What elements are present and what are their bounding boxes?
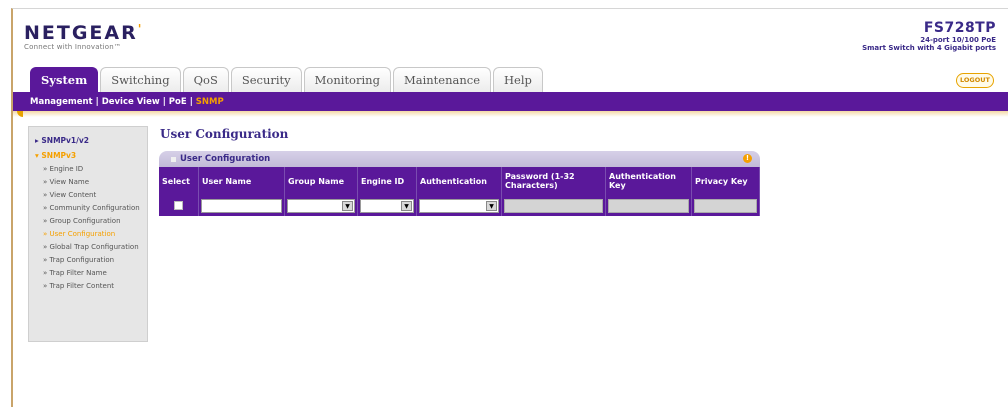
user-name-input[interactable]: [201, 198, 282, 213]
page-title: User Configuration: [160, 127, 289, 141]
model-desc-2: Smart Switch with 4 Gigabit ports: [862, 44, 996, 52]
col-select: Select: [159, 167, 199, 195]
tab-maintenance[interactable]: Maintenance: [392, 67, 491, 92]
cell-password: [502, 195, 606, 216]
cell-group-name: ▼: [285, 195, 358, 216]
select-checkbox[interactable]: [174, 201, 183, 210]
model-name: FS728TP: [923, 20, 996, 36]
tab-security[interactable]: Security: [230, 67, 302, 92]
sidebar-item-global-trap-configuration[interactable]: » Global Trap Configuration: [29, 241, 147, 254]
tab-switching[interactable]: Switching: [100, 67, 181, 92]
cell-privacy-key: [692, 195, 760, 216]
panel-collapse-icon[interactable]: [171, 156, 176, 162]
tab-help[interactable]: Help: [493, 67, 543, 92]
main-tabs: System Switching QoS Security Monitoring…: [30, 67, 543, 92]
sidebar-item-trap-filter-name[interactable]: » Trap Filter Name: [29, 267, 147, 280]
decorative-band: [13, 111, 1008, 117]
chevron-down-icon[interactable]: ▼: [342, 200, 353, 211]
engine-id-select[interactable]: ▼: [360, 198, 414, 213]
cell-select: [159, 195, 199, 216]
cell-auth-key: [606, 195, 692, 216]
logout-button[interactable]: LOGOUT: [956, 73, 994, 88]
sidebar-item-label: Trap Filter Name: [49, 269, 107, 277]
col-privacy-key: Privacy Key: [692, 167, 760, 195]
col-auth-key: Authentication Key: [606, 167, 692, 195]
user-config-panel: User Configuration ! Select User Name Gr…: [159, 151, 760, 219]
tab-system[interactable]: System: [30, 67, 99, 92]
auth-key-input[interactable]: [608, 198, 689, 213]
sidebar-group-snmpv1v2[interactable]: ▸ SNMPv1/v2: [29, 133, 147, 148]
sidebar-item-engine-id[interactable]: » Engine ID: [29, 163, 147, 176]
cell-user-name: [199, 195, 285, 216]
col-group-name: Group Name: [285, 167, 358, 195]
sidebar-group-label: SNMPv1/v2: [41, 136, 89, 145]
chevron-down-icon[interactable]: ▼: [401, 200, 412, 211]
table-row: ▼ ▼ ▼: [159, 195, 760, 216]
sidebar-item-label: Community Configuration: [49, 204, 140, 212]
netgear-logo: NETGEAR': [24, 22, 144, 44]
privacy-key-input[interactable]: [694, 198, 757, 213]
col-password: Password (1-32 Characters): [502, 167, 606, 195]
help-icon[interactable]: !: [743, 154, 752, 163]
subnav-separator: |: [162, 96, 166, 107]
cell-engine-id: ▼: [358, 195, 417, 216]
sidebar-item-community-configuration[interactable]: » Community Configuration: [29, 202, 147, 215]
sidebar-item-label: Group Configuration: [49, 217, 121, 225]
subnav-management[interactable]: Management: [30, 97, 93, 107]
sidebar-item-user-configuration[interactable]: » User Configuration: [29, 228, 147, 241]
subnav-snmp[interactable]: SNMP: [196, 97, 224, 107]
sidebar: ▸ SNMPv1/v2 ▾ SNMPv3 » Engine ID » View …: [28, 126, 148, 342]
password-input[interactable]: [504, 198, 603, 213]
sidebar-item-label: User Configuration: [49, 230, 116, 238]
sidebar-item-label: Global Trap Configuration: [49, 243, 139, 251]
panel-title: User Configuration: [180, 154, 271, 164]
sidebar-item-label: Engine ID: [49, 165, 84, 173]
cell-authentication: ▼: [417, 195, 502, 216]
col-authentication: Authentication: [417, 167, 502, 195]
chevron-down-icon[interactable]: ▼: [486, 200, 497, 211]
sidebar-item-group-configuration[interactable]: » Group Configuration: [29, 215, 147, 228]
user-config-table: Select User Name Group Name Engine ID Au…: [159, 167, 760, 216]
subnav-poe[interactable]: PoE: [169, 97, 187, 107]
table-header-row: Select User Name Group Name Engine ID Au…: [159, 167, 760, 195]
sidebar-group-snmpv3[interactable]: ▾ SNMPv3: [29, 148, 147, 163]
subnav-device-view[interactable]: Device View: [102, 97, 160, 107]
subnav-separator: |: [95, 96, 99, 107]
tagline: Connect with Innovation™: [24, 43, 122, 51]
sidebar-item-label: Trap Filter Content: [49, 282, 114, 290]
sidebar-item-view-name[interactable]: » View Name: [29, 176, 147, 189]
sidebar-group-label: SNMPv3: [41, 151, 77, 160]
subnav-separator: |: [189, 96, 193, 107]
model-desc-1: 24-port 10/100 PoE: [920, 36, 996, 44]
sidebar-item-label: View Content: [49, 191, 97, 199]
sidebar-item-label: Trap Configuration: [49, 256, 115, 264]
sidebar-item-trap-filter-content[interactable]: » Trap Filter Content: [29, 280, 147, 293]
group-name-select[interactable]: ▼: [287, 198, 355, 213]
panel-header: User Configuration !: [159, 151, 760, 167]
sidebar-item-trap-configuration[interactable]: » Trap Configuration: [29, 254, 147, 267]
sidebar-item-label: View Name: [49, 178, 90, 186]
tab-qos[interactable]: QoS: [182, 67, 229, 92]
col-engine-id: Engine ID: [358, 167, 417, 195]
sidebar-item-view-content[interactable]: » View Content: [29, 189, 147, 202]
model-block: FS728TP 24-port 10/100 PoE Smart Switch …: [862, 20, 996, 52]
sub-navigation: Management | Device View | PoE | SNMP: [13, 92, 1008, 111]
authentication-select[interactable]: ▼: [419, 198, 499, 213]
col-user-name: User Name: [199, 167, 285, 195]
tab-monitoring[interactable]: Monitoring: [303, 67, 391, 92]
